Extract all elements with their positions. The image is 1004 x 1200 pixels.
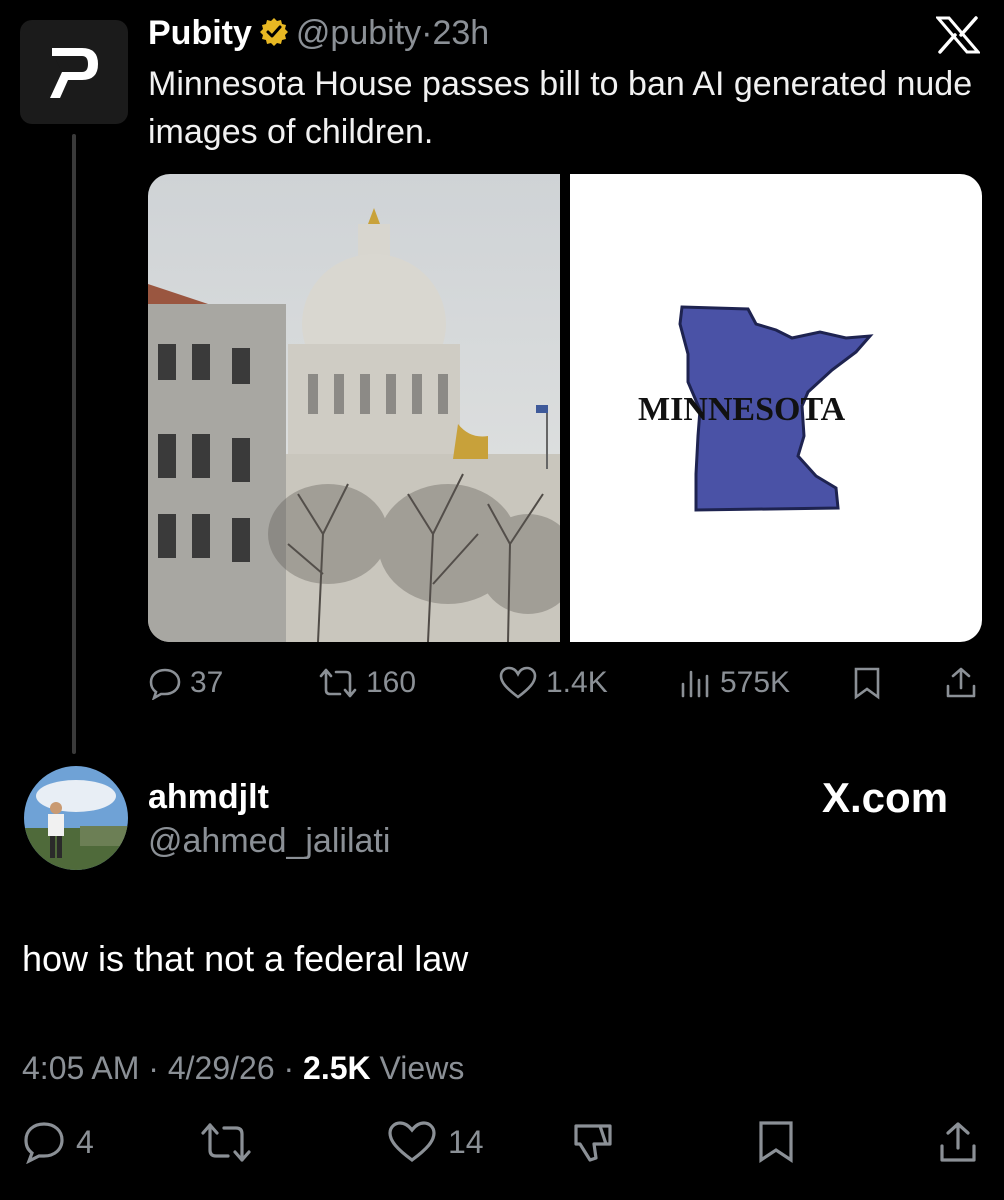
tweet-time[interactable]: 23h [432, 14, 489, 52]
bookmark-action[interactable] [852, 666, 882, 700]
reply-like-action[interactable]: 14 [386, 1120, 484, 1164]
author-name[interactable]: Pubity [148, 14, 252, 52]
reply-views-count: 2.5K [303, 1050, 371, 1086]
reply-count: 37 [190, 666, 224, 699]
reply-share-action[interactable] [936, 1120, 980, 1164]
like-action[interactable]: 1.4K [498, 666, 608, 700]
heart-icon [499, 666, 537, 699]
repost-action[interactable]: 160 [318, 666, 416, 700]
repost-icon [201, 1123, 251, 1162]
author-handle[interactable]: @pubity [296, 14, 421, 52]
reply-dislike-action[interactable] [570, 1120, 614, 1164]
verified-badge-icon [258, 16, 290, 58]
pubity-avatar[interactable] [20, 20, 128, 124]
reply-repost-action[interactable] [198, 1120, 254, 1164]
meta-separator: · [283, 1050, 295, 1086]
tweet-header: Pubity @pubity·23h [148, 12, 489, 58]
views-action[interactable]: 575K [678, 666, 790, 700]
heart-icon [388, 1121, 436, 1162]
reply-reply-count: 4 [76, 1123, 94, 1160]
like-count: 1.4K [546, 666, 608, 699]
share-icon [940, 1122, 976, 1162]
reply-icon [24, 1122, 64, 1164]
reply-views-label: Views [379, 1050, 465, 1086]
capitol-building-image[interactable] [148, 174, 560, 642]
reply-author-handle[interactable]: @ahmed_jalilati [148, 822, 390, 861]
bookmark-icon [759, 1121, 793, 1163]
reply-action[interactable]: 37 [148, 666, 223, 700]
share-action[interactable] [944, 666, 978, 700]
analytics-icon [681, 670, 709, 698]
reply-icon [149, 668, 181, 700]
reply-bookmark-action[interactable] [756, 1120, 796, 1164]
repost-icon [319, 668, 357, 698]
reply-meta: 4:05 AM · 4/29/26 · 2.5K Views [22, 1050, 464, 1087]
views-count: 575K [720, 666, 791, 699]
separator: · [421, 14, 433, 52]
share-icon [946, 667, 976, 698]
reply-author-avatar[interactable] [24, 766, 128, 870]
reply-author-name[interactable]: ahmdjlt [148, 778, 269, 817]
minnesota-map-image[interactable]: MINNESOTA [570, 174, 982, 642]
thumbs-down-icon [574, 1124, 612, 1162]
meta-separator: · [148, 1050, 159, 1086]
repost-count: 160 [366, 666, 417, 699]
tweet-text: Minnesota House passes bill to ban AI ge… [148, 65, 973, 151]
pubity-logo-icon [50, 48, 98, 98]
thread-line [72, 134, 76, 754]
reply-text: how is that not a federal law [22, 938, 469, 979]
reply-date: 4/29/26 [167, 1050, 275, 1086]
reply-like-count: 14 [448, 1123, 484, 1160]
tweet-media[interactable]: MINNESOTA [148, 174, 982, 642]
x-logo-icon [934, 16, 982, 59]
reply-reply-action[interactable]: 4 [22, 1120, 94, 1164]
reply-time: 4:05 AM [22, 1050, 140, 1086]
minnesota-label: MINNESOTA [638, 391, 846, 428]
bookmark-icon [854, 667, 880, 700]
xcom-brand: X.com [822, 774, 949, 821]
